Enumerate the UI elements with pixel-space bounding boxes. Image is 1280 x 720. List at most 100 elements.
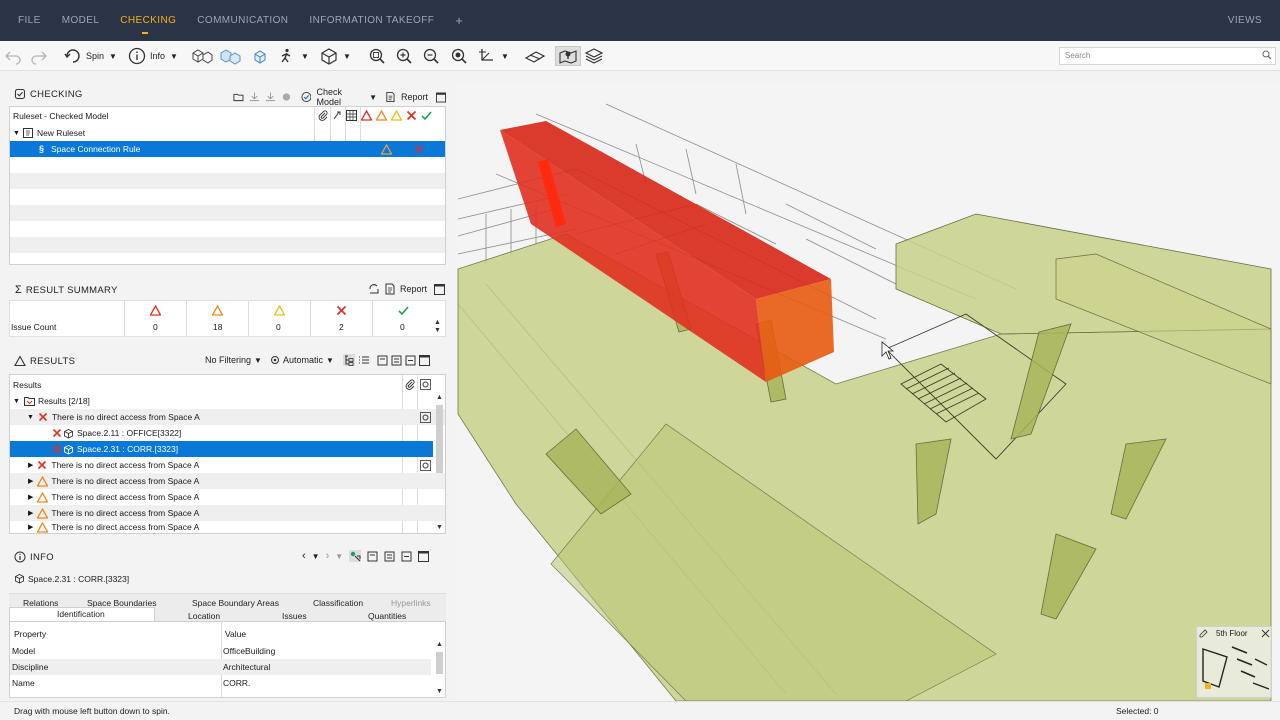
menu-add-tab[interactable]: +: [455, 0, 463, 41]
summary-scrollbar[interactable]: ▲ ▼: [434, 319, 441, 335]
refresh-report-icon[interactable]: [368, 283, 380, 295]
info-button[interactable]: Info ▼: [128, 46, 178, 66]
view-cube-button[interactable]: ▼: [319, 46, 351, 66]
filter-dropdown[interactable]: No Filtering: [205, 355, 251, 365]
forward-arrow-icon[interactable]: ›: [326, 550, 330, 562]
collapse-arrow-icon[interactable]: ▶: [28, 493, 33, 501]
edit-icon[interactable]: [1199, 629, 1208, 638]
checking-report-button[interactable]: Report: [401, 92, 428, 102]
tab-classification[interactable]: Classification: [313, 598, 363, 608]
close-icon[interactable]: [1261, 629, 1270, 638]
zoom-in-button[interactable]: [395, 46, 413, 66]
copy-icon[interactable]: [367, 551, 378, 562]
camera-view-icon[interactable]: [420, 412, 431, 423]
property-scrollbar[interactable]: ▲ ▼: [434, 640, 445, 697]
download-icon[interactable]: [249, 91, 260, 103]
check-model-button[interactable]: Check Model: [316, 87, 364, 107]
tree-item-space-connection-rule[interactable]: § Space Connection Rule: [10, 141, 445, 157]
menu-information-takeoff[interactable]: INFORMATION TAKEOFF: [309, 0, 434, 41]
folder-icon: [23, 397, 35, 406]
collapse-arrow-icon[interactable]: ▶: [28, 461, 33, 469]
upload-icon[interactable]: [265, 91, 276, 103]
spin-button[interactable]: Spin ▼: [64, 46, 117, 66]
tree-item-new-ruleset[interactable]: ▼ New Ruleset: [10, 125, 445, 141]
issue-text: There is no direct access from Space A: [51, 492, 200, 502]
results-panel-header: RESULTS No Filtering ▼ Automatic ▼: [9, 352, 446, 370]
selection-cube-button[interactable]: [251, 46, 269, 66]
menu-checking[interactable]: CHECKING: [120, 0, 176, 41]
paste-icon[interactable]: [384, 551, 395, 562]
results-root-row[interactable]: ▼ Results [2/18]: [10, 393, 445, 409]
ruleset-label: Ruleset - Checked Model: [13, 111, 109, 121]
expand-arrow-icon[interactable]: ▼: [13, 130, 20, 137]
chevron-down-icon[interactable]: ▼: [326, 356, 334, 365]
paste-icon[interactable]: [391, 355, 402, 366]
record-icon[interactable]: [281, 91, 292, 103]
menu-model[interactable]: MODEL: [62, 0, 100, 41]
result-issue-row[interactable]: ▶ There is no direct access from Space A: [10, 521, 445, 533]
results-scrollbar[interactable]: ▲ ▼: [434, 393, 445, 533]
transparency-button[interactable]: [219, 46, 241, 66]
3d-viewport[interactable]: [456, 84, 1280, 701]
summary-report-button[interactable]: Report: [400, 284, 427, 294]
info-settings-icon[interactable]: [349, 550, 362, 562]
layers-button[interactable]: [584, 46, 604, 66]
collapse-arrow-icon[interactable]: ▶: [28, 509, 33, 517]
result-issue-row[interactable]: ▶ There is no direct access from Space A: [10, 505, 445, 521]
result-issue-row[interactable]: ▶ There is no direct access from Space A: [10, 473, 445, 489]
zoom-selected-button[interactable]: [450, 46, 468, 66]
chevron-down-icon[interactable]: ▼: [312, 552, 320, 561]
menu-file[interactable]: FILE: [18, 0, 41, 41]
floor-overview[interactable]: 5th Floor: [1196, 626, 1272, 698]
maximize-icon[interactable]: [418, 550, 430, 562]
maximize-icon[interactable]: [434, 283, 446, 295]
property-row[interactable]: Model OfficeBuilding: [10, 643, 445, 659]
back-arrow-icon[interactable]: ‹: [302, 550, 306, 562]
delete-icon[interactable]: [405, 355, 416, 366]
zoom-fit-button[interactable]: [368, 46, 386, 66]
tab-location[interactable]: Location: [188, 611, 220, 621]
floor-plan-button[interactable]: [555, 46, 581, 66]
section-plane-button[interactable]: [524, 46, 546, 66]
tab-hyperlinks[interactable]: Hyperlinks: [391, 598, 431, 608]
tab-identification[interactable]: Identification: [57, 609, 105, 619]
search-icon[interactable]: [1262, 50, 1272, 60]
maximize-icon[interactable]: [418, 354, 430, 366]
collapse-arrow-icon[interactable]: ▶: [28, 523, 33, 531]
copy-icon[interactable]: [377, 355, 388, 366]
cubes-transparent-icon: [220, 49, 241, 65]
collapse-arrow-icon[interactable]: ▶: [28, 477, 33, 485]
camera-view-icon[interactable]: [420, 460, 431, 471]
property-row[interactable]: Name CORR.: [10, 675, 445, 691]
delete-icon[interactable]: [401, 551, 412, 562]
chevron-down-icon[interactable]: ▼: [335, 552, 343, 561]
menu-communication[interactable]: COMMUNICATION: [197, 0, 288, 41]
property-row[interactable]: Discipline Architectural: [10, 659, 431, 675]
result-issue-row[interactable]: ▶ There is no direct access from Space A: [10, 489, 445, 505]
tab-quantities[interactable]: Quantities: [368, 611, 406, 621]
open-folder-icon[interactable]: [233, 91, 244, 103]
zoom-out-button[interactable]: [422, 46, 440, 66]
measure-button[interactable]: ▼: [477, 46, 509, 66]
chevron-down-icon[interactable]: ▼: [254, 356, 262, 365]
expand-arrow-icon[interactable]: ▼: [27, 414, 34, 421]
chevron-down-icon[interactable]: ▼: [369, 93, 377, 102]
result-issue-row[interactable]: ▼ There is no direct access from Space A: [10, 409, 445, 425]
result-space-row[interactable]: Space.2.11 : OFFICE[3322]: [10, 425, 445, 441]
walk-button[interactable]: ▼: [277, 46, 309, 66]
critical-icon: [150, 305, 161, 316]
expand-arrow-icon[interactable]: ▼: [13, 398, 20, 405]
list-view-icon[interactable]: [358, 354, 370, 366]
undo-button[interactable]: [4, 46, 22, 66]
maximize-icon[interactable]: [435, 92, 446, 103]
model-tree-button[interactable]: [191, 46, 213, 66]
result-space-row-selected[interactable]: Space.2.31 : CORR.[3323]: [10, 441, 433, 457]
result-issue-row[interactable]: ▶ There is no direct access from Space A: [10, 457, 445, 473]
mode-dropdown[interactable]: Automatic: [283, 355, 323, 365]
tab-issues[interactable]: Issues: [282, 611, 307, 621]
menu-views[interactable]: VIEWS: [1228, 0, 1262, 41]
tree-view-icon[interactable]: [342, 354, 355, 366]
search-input[interactable]: Search: [1059, 47, 1276, 65]
tab-space-boundary-areas[interactable]: Space Boundary Areas: [192, 598, 279, 608]
redo-button[interactable]: [30, 46, 48, 66]
